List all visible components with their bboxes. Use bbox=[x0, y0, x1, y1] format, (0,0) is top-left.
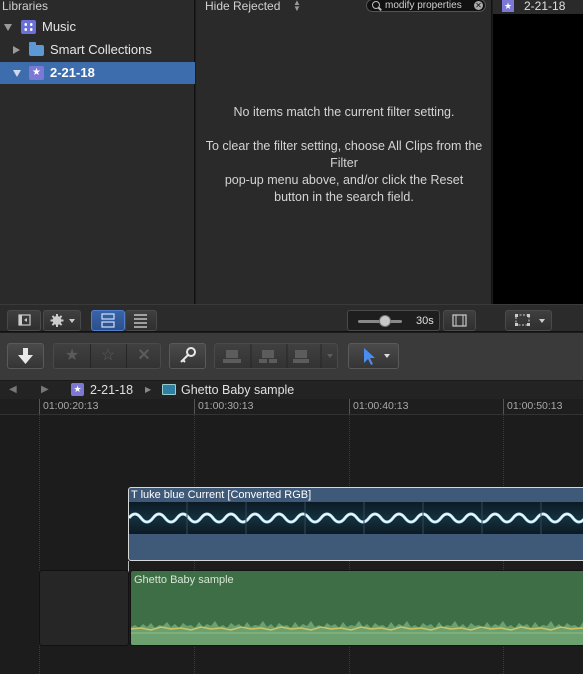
audio-clip[interactable]: Ghetto Baby sample bbox=[130, 570, 583, 646]
browser-header: Hide Rejected ▲ ▼ modify properties ✕ bbox=[196, 0, 492, 13]
ruler-tick bbox=[194, 399, 195, 414]
filter-chevron-icon[interactable]: ▲ ▼ bbox=[293, 0, 301, 13]
key-icon bbox=[180, 347, 196, 363]
zoom-duration-label: 30s bbox=[416, 315, 434, 327]
favorite-star-icon[interactable]: ★ bbox=[54, 344, 90, 368]
rating-buttons: ★ ☆ ✕ bbox=[53, 343, 161, 369]
search-icon bbox=[372, 1, 380, 9]
ruler-timecode: 01:00:50:13 bbox=[507, 400, 563, 412]
filter-popup[interactable]: Hide Rejected bbox=[205, 0, 280, 12]
clip-filmstrip bbox=[129, 502, 583, 534]
reject-x-icon[interactable]: ✕ bbox=[126, 344, 162, 368]
empty-browser-message: No items match the current filter settin… bbox=[196, 104, 492, 206]
breadcrumb-project[interactable]: Ghetto Baby sample bbox=[181, 381, 294, 399]
sidebar-item-event[interactable]: ★ 2-21-18 bbox=[0, 62, 195, 84]
select-tool-button[interactable] bbox=[348, 343, 399, 369]
edit-icons bbox=[223, 344, 333, 368]
empty-message-line: To clear the filter setting, choose All … bbox=[205, 139, 483, 170]
disclosure-right-icon[interactable] bbox=[13, 46, 20, 54]
project-icon bbox=[162, 384, 176, 395]
event-star-icon: ★ bbox=[71, 383, 84, 396]
waveform-thumbnails bbox=[129, 502, 583, 534]
sidebar-item-label: Music bbox=[42, 19, 76, 34]
timeline-ruler[interactable]: 01:00:20:13 01:00:30:13 01:00:40:13 01:0… bbox=[0, 399, 583, 415]
import-arrow-icon bbox=[18, 348, 33, 364]
viewer-transform-button[interactable] bbox=[505, 310, 552, 331]
sidebar-toggle-icon bbox=[18, 314, 31, 326]
timeline-area[interactable]: T luke blue Current [Converted RGB] Ghet… bbox=[0, 415, 583, 674]
event-star-icon: ★ bbox=[29, 66, 44, 80]
libraries-header: Libraries bbox=[2, 0, 49, 12]
ruler-timecode: 01:00:30:13 bbox=[198, 400, 254, 412]
filmstrip-view-button[interactable] bbox=[91, 310, 125, 331]
browser-bottom-bar: 30s bbox=[0, 304, 583, 332]
ruler-tick bbox=[503, 399, 504, 414]
pointer-arrow-icon bbox=[364, 348, 390, 365]
audio-waveform bbox=[131, 621, 583, 645]
back-arrow-icon[interactable]: ◀ bbox=[9, 381, 17, 399]
library-icon bbox=[21, 20, 36, 34]
sidebar-item-smart-collections[interactable]: Smart Collections bbox=[0, 39, 195, 61]
ruler-tick bbox=[349, 399, 350, 414]
transform-icon bbox=[515, 314, 545, 326]
clip-zoom-control: 30s bbox=[347, 310, 440, 331]
video-clip-title: T luke blue Current [Converted RGB] bbox=[131, 489, 312, 501]
final-cut-window: Libraries Music Smart Collections ★ 2-21… bbox=[0, 0, 583, 674]
video-clip[interactable]: T luke blue Current [Converted RGB] bbox=[128, 487, 583, 561]
filmstrip-icon bbox=[452, 314, 467, 327]
search-value: modify properties bbox=[385, 0, 462, 11]
filmstrip-view-icon bbox=[101, 313, 115, 328]
viewer-header: ★ 2-21-18 bbox=[493, 0, 583, 14]
event-star-icon: ★ bbox=[502, 0, 514, 12]
action-menu-button[interactable] bbox=[43, 310, 81, 331]
ruler-timecode: 01:00:40:13 bbox=[353, 400, 409, 412]
zoom-slider-knob[interactable] bbox=[379, 315, 391, 327]
gap-clip[interactable] bbox=[39, 570, 129, 646]
folder-icon bbox=[29, 42, 44, 56]
forward-arrow-icon[interactable]: ▶ bbox=[41, 381, 49, 399]
viewer-pane: ★ 2-21-18 bbox=[493, 0, 583, 304]
list-view-icon bbox=[134, 314, 147, 328]
show-libraries-button[interactable] bbox=[7, 310, 41, 331]
gear-icon bbox=[50, 314, 75, 327]
keyword-editor-button[interactable] bbox=[169, 343, 206, 369]
sidebar-item-music[interactable]: Music bbox=[0, 16, 195, 38]
disclosure-down-icon[interactable] bbox=[13, 70, 21, 77]
search-field[interactable]: modify properties ✕ bbox=[366, 0, 486, 12]
sidebar-item-label: 2-21-18 bbox=[50, 65, 95, 80]
ruler-timecode: 01:00:20:13 bbox=[43, 400, 99, 412]
editing-toolbar: ★ ☆ ✕ bbox=[0, 333, 583, 381]
timeline-header: ◀ ▶ ★ 2-21-18 ▶ Ghetto Baby sample bbox=[0, 381, 583, 399]
sidebar-item-label: Smart Collections bbox=[50, 42, 152, 57]
breadcrumb-chevron-icon: ▶ bbox=[145, 385, 152, 394]
empty-message-line: pop-up menu above, and/or click the Rese… bbox=[224, 173, 464, 187]
ruler-tick bbox=[39, 399, 40, 414]
edit-mode-buttons bbox=[214, 343, 338, 369]
disclosure-down-icon[interactable] bbox=[4, 24, 12, 31]
browser-pane: Hide Rejected ▲ ▼ modify properties ✕ No … bbox=[196, 0, 492, 304]
import-button[interactable] bbox=[7, 343, 44, 369]
breadcrumb-event[interactable]: 2-21-18 bbox=[90, 381, 133, 399]
list-view-button[interactable] bbox=[125, 310, 157, 331]
clear-search-icon[interactable]: ✕ bbox=[474, 1, 483, 10]
empty-message-line: button in the search field. bbox=[274, 190, 414, 204]
empty-message-line: No items match the current filter settin… bbox=[233, 105, 455, 119]
viewer-title: 2-21-18 bbox=[524, 0, 566, 13]
clip-appearance-button[interactable] bbox=[443, 310, 476, 331]
libraries-sidebar: Libraries Music Smart Collections ★ 2-21… bbox=[0, 0, 195, 304]
unrate-star-icon[interactable]: ☆ bbox=[90, 344, 126, 368]
